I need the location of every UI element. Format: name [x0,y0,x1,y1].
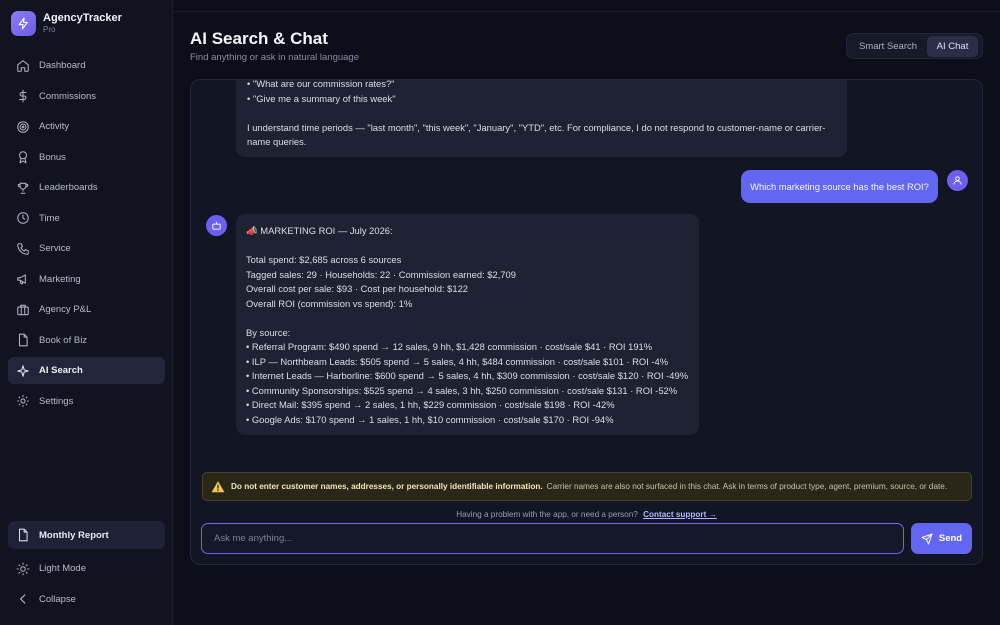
top-divider [173,11,1000,12]
page-title: AI Search & Chat [190,29,328,48]
sidebar-item-label: Service [39,243,71,254]
gear-icon [17,395,29,407]
sidebar-item-label: Marketing [39,273,81,285]
sidebar-item-activity[interactable]: Activity [8,113,165,140]
sidebar-item-label: Settings [39,395,74,407]
sidebar-item-label: AI Search [39,365,83,376]
megaphone-icon [17,274,26,285]
sidebar-item-settings[interactable]: Settings [8,388,165,415]
sidebar-footer: Monthly Report Light Mode Collapse [8,521,165,616]
warning-text: Carrier names are also not surfaced in t… [546,482,948,491]
message-text: 📣 MARKETING ROI — July 2026: Total spend… [246,225,689,425]
target-icon [17,120,29,133]
sidebar: AgencyTracker Pro Dashboard Commissions … [0,0,173,625]
mode-toggle: Smart Search AI Chat [846,33,983,59]
support-text: Having a problem with the app, or need a… [456,510,638,519]
sidebar-item-ai-search[interactable]: AI Search [8,357,165,384]
monthly-report-button[interactable]: Monthly Report [8,521,165,549]
user-message: Which marketing source has the best ROI? [741,170,938,203]
lightning-icon [11,11,36,36]
sidebar-item-leaderboards[interactable]: Leaderboards [8,174,165,201]
sidebar-item-marketing[interactable]: Marketing [8,266,165,293]
brand[interactable]: AgencyTracker Pro [11,11,122,36]
tab-ai-chat[interactable]: AI Chat [927,35,978,57]
light-mode-label: Light Mode [39,563,87,574]
dollar-icon [18,89,27,103]
sun-icon [16,562,30,575]
file-icon [18,528,28,542]
home-icon [17,59,29,72]
page-subtitle: Find anything or ask in natural language [190,52,360,63]
sidebar-item-label: Time [39,212,60,224]
chat-panel: • "What are our commission rates?" • "Gi… [190,79,983,565]
tab-smart-search[interactable]: Smart Search [849,36,927,57]
sidebar-item-label: Bonus [39,151,66,163]
sidebar-item-time[interactable]: Time [8,205,165,232]
award-icon [18,151,28,164]
sidebar-item-label: Commissions [39,90,97,102]
send-icon [921,533,933,544]
briefcase-icon [17,304,29,315]
trophy-icon [17,182,29,194]
app-name: AgencyTracker [43,12,122,24]
send-label: Send [938,533,963,544]
collapse-label: Collapse [39,593,76,605]
collapse-button[interactable]: Collapse [8,586,165,613]
assistant-message: 📣 MARKETING ROI — July 2026: Total spend… [236,214,699,435]
sidebar-item-bonus[interactable]: Bonus [8,144,165,171]
sidebar-item-commissions[interactable]: Commissions [8,83,165,110]
chat-messages[interactable]: • "What are our commission rates?" • "Gi… [191,80,982,462]
sidebar-item-label: Book of Biz [39,334,88,346]
sidebar-item-book-of-biz[interactable]: Book of Biz [8,327,165,354]
chat-input[interactable] [201,523,904,554]
app-tier: Pro [43,25,56,34]
contact-support-link[interactable]: Contact support → [643,510,717,519]
pii-warning-banner: Do not enter customer names, addresses, … [202,472,972,501]
phone-icon [17,242,29,255]
file-icon [18,333,28,347]
user-avatar-icon [947,170,968,191]
warning-icon [211,480,225,492]
support-line: Having a problem with the app, or need a… [191,510,982,519]
sidebar-item-dashboard[interactable]: Dashboard [8,52,165,79]
sidebar-item-service[interactable]: Service [8,235,165,262]
send-button[interactable]: Send [911,523,972,554]
sparkle-icon [17,364,29,377]
message-text: Which marketing source has the best ROI? [750,181,929,192]
chevron-left-icon [19,594,26,604]
bot-avatar-icon [206,215,227,236]
warning-bold-text: Do not enter customer names, addresses, … [231,482,543,491]
sidebar-item-label: Agency P&L [39,304,92,315]
sidebar-item-label: Dashboard [39,60,86,71]
sidebar-item-label: Activity [39,121,70,132]
message-text: • "What are our commission rates?" • "Gi… [247,80,826,147]
sidebar-item-agency-pl[interactable]: Agency P&L [8,296,165,323]
monthly-report-label: Monthly Report [39,529,109,541]
sidebar-nav: Dashboard Commissions Activity Bonus Lea… [8,52,165,418]
assistant-message: • "What are our commission rates?" • "Gi… [236,80,847,157]
sidebar-item-label: Leaderboards [39,182,98,193]
clock-icon [17,212,29,224]
light-mode-toggle[interactable]: Light Mode [8,555,165,582]
